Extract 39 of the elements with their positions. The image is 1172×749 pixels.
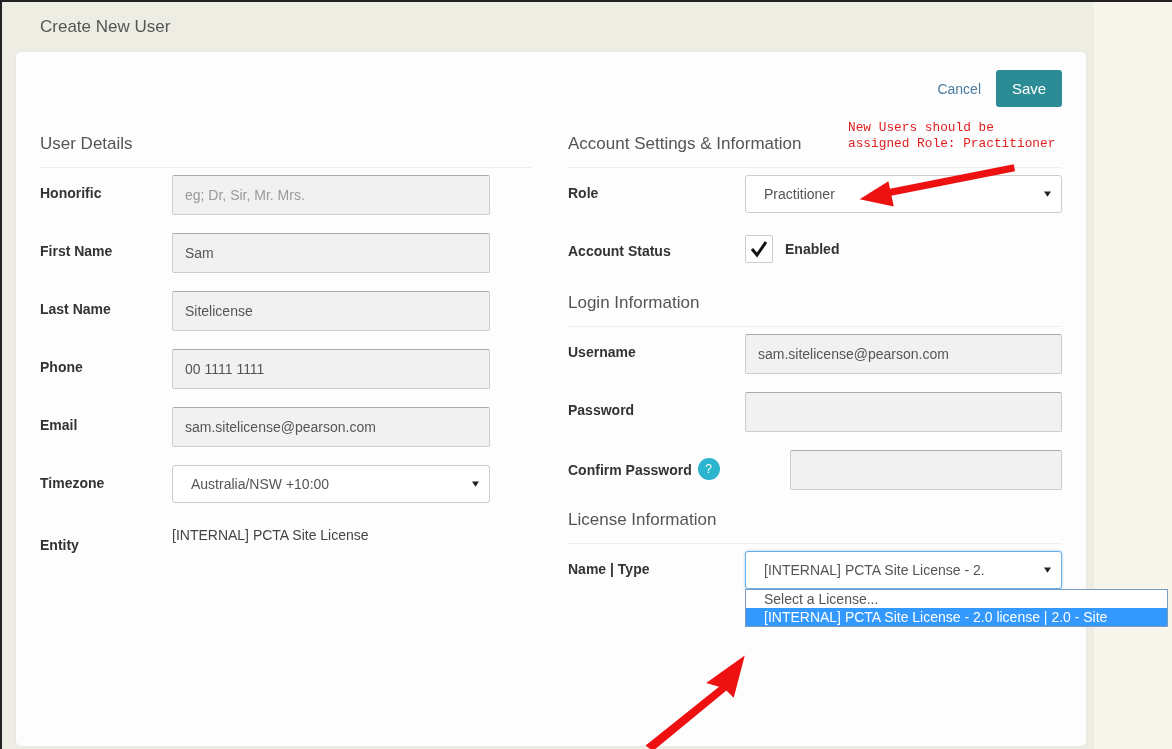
text-field[interactable] — [790, 450, 1062, 490]
text-field[interactable]: 00 1111 1111 — [172, 349, 490, 389]
checkbox[interactable] — [745, 235, 773, 263]
caret-icon — [1044, 567, 1051, 573]
cancel-link[interactable]: Cancel — [937, 80, 981, 97]
field-label: Name | Type — [568, 561, 650, 577]
page-title: Create New User — [40, 17, 171, 37]
dropdown[interactable]: [INTERNAL] PCTA Site License - 2. — [745, 551, 1062, 589]
field-label: Phone — [40, 359, 83, 375]
checkmark-icon — [749, 239, 769, 259]
text-field[interactable]: Sitelicense — [172, 291, 490, 331]
section-heading: Login Information — [568, 291, 1062, 327]
field-label: Password — [568, 402, 635, 418]
caret-icon — [472, 481, 479, 487]
save-button[interactable]: Save — [996, 70, 1062, 107]
field-label: Confirm Password — [568, 462, 692, 478]
text-field[interactable] — [745, 392, 1062, 432]
dropdown[interactable]: Australia/NSW +10:00 — [172, 465, 490, 503]
section-heading: License Information — [568, 508, 1062, 544]
field-label: Role — [568, 185, 599, 201]
text-field[interactable]: eg; Dr, Sir, Mr. Mrs. — [172, 175, 490, 215]
field-label: Timezone — [40, 475, 105, 491]
section-heading: User Details — [40, 132, 532, 168]
annotation-note: New Users should be assigned Role: Practitioner — [848, 120, 1056, 152]
caret-icon — [1044, 191, 1051, 197]
text-field[interactable]: Sam — [172, 233, 490, 273]
field-value: [INTERNAL] PCTA Site License — [172, 526, 369, 543]
field-label: Username — [568, 344, 636, 360]
dropdown-option[interactable]: Select a License... — [746, 590, 1167, 608]
field-label: First Name — [40, 243, 113, 259]
text-field[interactable]: sam.sitelicense@pearson.com — [172, 407, 490, 447]
dropdown[interactable]: Practitioner — [745, 175, 1062, 213]
field-label: Honorific — [40, 185, 102, 201]
field-label: Entity — [40, 537, 79, 553]
field-label: Last Name — [40, 301, 111, 317]
checkbox-label: Enabled — [785, 241, 840, 257]
field-label: Email — [40, 417, 78, 433]
text-field[interactable]: sam.sitelicense@pearson.com — [745, 334, 1062, 374]
field-label: Account Status — [568, 243, 671, 259]
